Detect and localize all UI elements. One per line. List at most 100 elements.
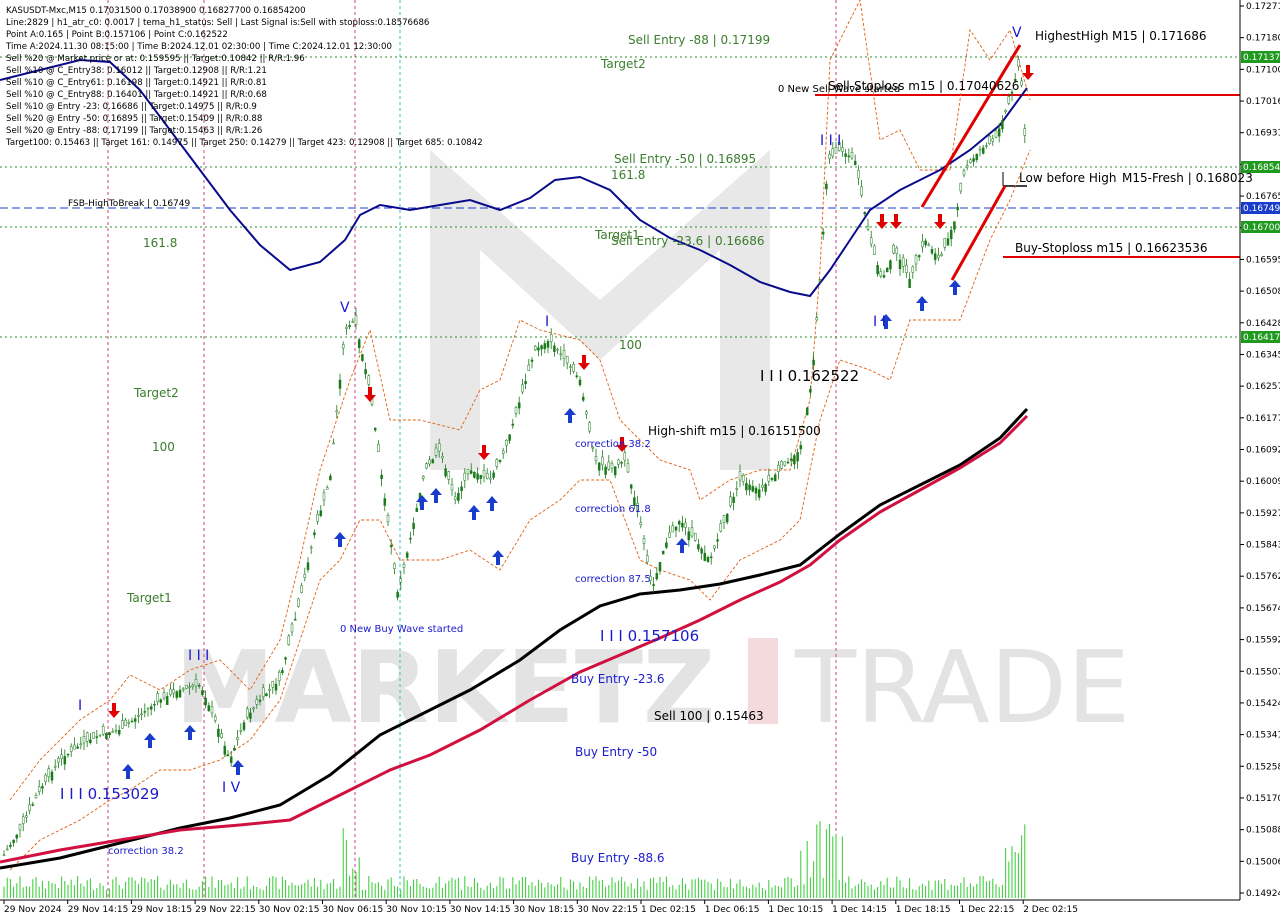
price-axis: 0.17271 0.17180 0.17100 0.17016 0.16931 0.168… [1239,0,1280,900]
candle-body [111,731,115,733]
candle-body [393,563,396,569]
candle-body [617,459,620,465]
sell-100-label: Sell 100 | 0.15463 [654,709,764,723]
candle-body [901,257,905,267]
candle-body [949,229,953,240]
candle-body [293,618,297,621]
candle-body [25,815,28,818]
wave-mark: V [1012,25,1022,41]
candle-body [21,816,25,824]
time-tick-label: 30 Nov 14:15 [450,905,511,915]
candle-body [207,705,211,712]
sell-entry-50-label: Sell Entry -50 | 0.16895 [614,152,756,166]
candle-body [959,182,963,192]
candle-body [911,266,915,273]
chart-stage: MARKETZ TRADE KASUSDT-Mxc,M15 0.17031500… [0,0,1280,920]
candle-body [389,545,393,548]
candle-body [514,407,518,414]
candle-body [245,708,249,718]
candle-body [239,730,243,732]
candle-body [361,354,364,361]
candle-body [543,343,547,350]
candle-body [729,496,732,506]
correction-618-label: correction 61.8 [575,504,651,515]
candle-body [402,563,406,568]
candle-body [969,159,972,164]
candle-body [613,466,617,476]
info-line: Line:2829 | h1_atr_c0: 0.0017 | tema_h1_… [6,18,429,28]
candle-body [540,345,543,350]
candle-body [268,688,271,691]
candle-body [962,170,966,176]
time-tick-label: 1 Dec 18:15 [896,905,951,915]
candle-body [31,804,35,806]
fib-100-left-label: 100 [152,440,175,454]
candle-body [101,726,105,735]
time-tick-label: 1 Dec 02:15 [641,905,696,915]
candle-body [373,427,377,431]
target2-left-label: Target2 [133,386,179,400]
candle-body [335,410,339,413]
candle-body [793,455,796,465]
candle-body [860,186,863,196]
price-tick-label: 0.15341 [1246,731,1280,741]
candle-body [620,462,623,464]
candle-body [850,152,854,159]
candle-body [905,264,908,274]
watermark-left: MARKETZ [175,629,715,746]
candle-body [396,591,399,598]
candle-body [828,153,831,159]
candle-body [889,260,892,270]
candle-body [143,711,147,713]
low-before-high-value: M15-Fresh | 0.168023 [1122,171,1253,185]
price-tick-label: 0.15006 [1246,857,1280,867]
wave-mark: I V [222,780,241,796]
candle-body [661,550,665,555]
time-tick-label: 30 Nov 22:15 [577,905,638,915]
candle-body [69,746,73,752]
candle-body [687,531,691,541]
candle-body [210,706,214,714]
candle-body [364,369,367,375]
candle-body [575,375,579,377]
candle-body [770,477,774,480]
candle-body [799,445,803,450]
candle-body [668,532,671,538]
candle-body [28,804,31,812]
candle-body [133,718,137,722]
correction-875-label: correction 87.5 [575,574,651,585]
candle-body [425,463,428,469]
candle-body [965,165,969,168]
candle-body [917,255,921,258]
candle-body [1017,59,1020,67]
candle-body [985,145,988,147]
price-tag-label: 0.16749 [1243,204,1280,214]
candle-body [825,183,828,190]
candle-body [562,350,566,359]
price-tick-label: 0.15843 [1246,541,1280,551]
candle-body [495,459,499,467]
candle-body [876,265,879,275]
candle-body [108,732,111,736]
candle-body [786,461,790,464]
info-line: KASUSDT-Mxc,M15 0.17031500 0.17038900 0.… [6,6,306,16]
candle-body [981,147,985,154]
candle-body [549,334,553,342]
candle-body [303,573,307,578]
new-sell-wave-label: 0 New Sell Wave started [778,84,900,95]
candle-body [444,468,447,477]
candle-body [921,241,924,248]
candle-body [812,359,815,366]
sell-entry-88-label: Sell Entry -88 | 0.17199 [628,33,770,47]
candle-body [114,729,118,732]
wave-mark: I I [873,314,886,330]
candle-body [991,138,995,142]
candle-body [485,473,489,479]
candle-body [978,148,982,151]
target2-top-label: Target2 [600,57,646,71]
candle-body [146,707,150,710]
fib-1618-left-label: 161.8 [143,236,177,250]
candle-body [757,489,761,498]
price-tick-label: 0.15507 [1246,667,1280,677]
candle-body [482,470,486,478]
